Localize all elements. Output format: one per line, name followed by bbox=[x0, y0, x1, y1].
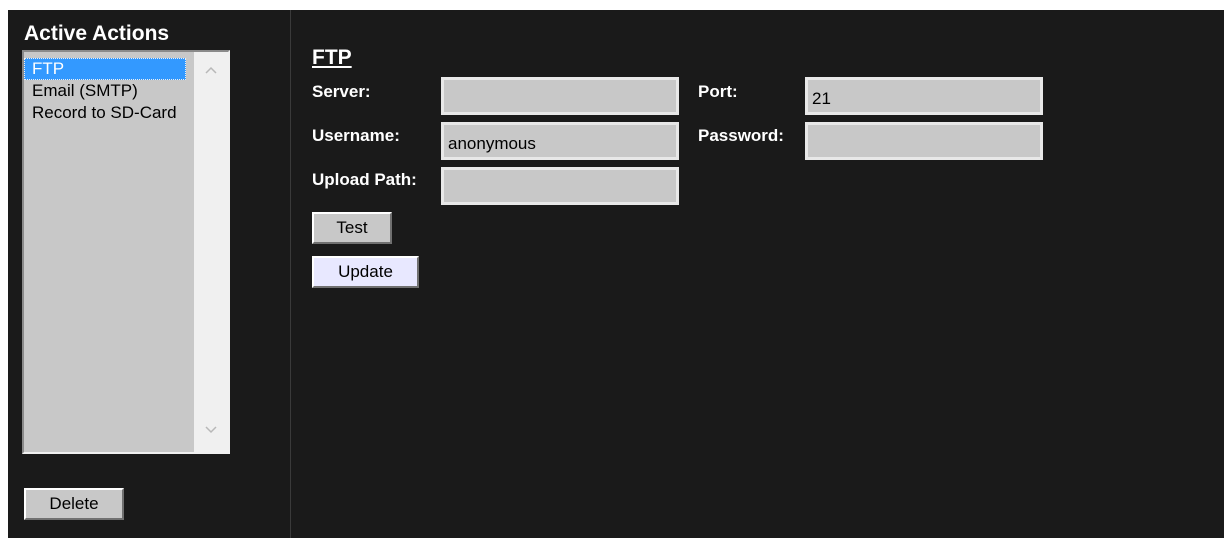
port-input[interactable] bbox=[805, 77, 1043, 115]
password-input[interactable] bbox=[805, 122, 1043, 160]
list-scrollbar[interactable] bbox=[194, 52, 228, 452]
username-input[interactable] bbox=[441, 122, 679, 160]
username-label: Username: bbox=[312, 126, 400, 145]
port-label: Port: bbox=[698, 82, 738, 101]
sidebar-title: Active Actions bbox=[24, 22, 170, 45]
delete-button[interactable]: Delete bbox=[24, 488, 124, 520]
update-button[interactable]: Update bbox=[312, 256, 419, 288]
actions-listbox[interactable]: FTP Email (SMTP) Record to SD-Card bbox=[22, 50, 230, 454]
list-item-ftp[interactable]: FTP bbox=[24, 58, 186, 80]
server-label: Server: bbox=[312, 82, 371, 101]
ftp-settings-panel: FTP Server: Port: Username: Password: Up… bbox=[291, 10, 1224, 538]
password-label: Password: bbox=[698, 126, 784, 145]
upload-path-label: Upload Path: bbox=[312, 170, 417, 189]
list-item-email-smtp[interactable]: Email (SMTP) bbox=[24, 80, 186, 102]
server-input[interactable] bbox=[441, 77, 679, 115]
section-title: FTP bbox=[312, 46, 352, 69]
app-window: Active Actions FTP Email (SMTP) Record t… bbox=[8, 10, 1224, 538]
scroll-down-arrow-icon[interactable] bbox=[194, 420, 228, 442]
test-button[interactable]: Test bbox=[312, 212, 392, 244]
upload-path-input[interactable] bbox=[441, 167, 679, 205]
scroll-up-arrow-icon[interactable] bbox=[194, 60, 228, 82]
actions-sidebar: Active Actions FTP Email (SMTP) Record t… bbox=[8, 10, 291, 538]
list-item-record-sd-card[interactable]: Record to SD-Card bbox=[24, 102, 186, 124]
